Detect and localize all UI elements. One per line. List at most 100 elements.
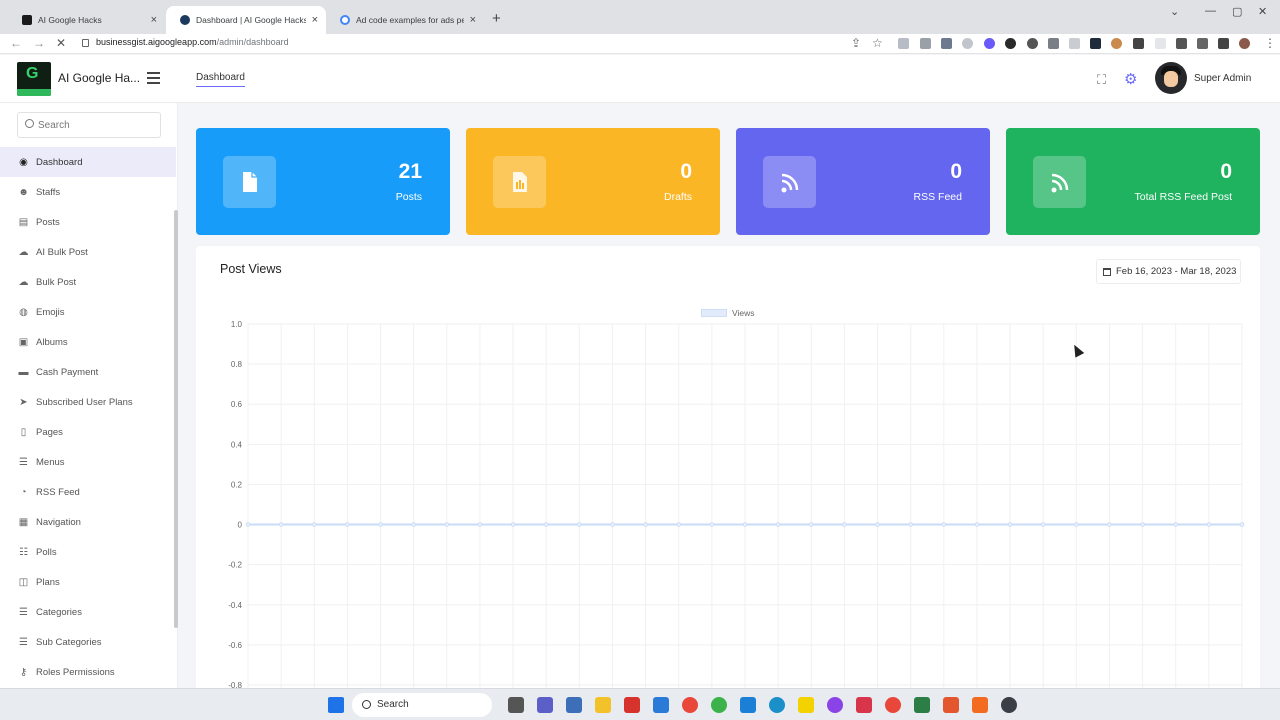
- chrome-profile-icon[interactable]: [885, 697, 901, 713]
- sidebar-item-roles-permissions[interactable]: ⚷ Roles Permissions: [0, 657, 176, 687]
- taskbar-search[interactable]: Search: [352, 693, 492, 717]
- views-data-point: [610, 522, 615, 527]
- sidebar-item-albums[interactable]: ▣ Albums: [0, 327, 176, 357]
- sidebar-item-label: Menus: [36, 456, 65, 468]
- app-icon[interactable]: [972, 697, 988, 713]
- back-icon[interactable]: ←: [10, 36, 22, 50]
- extension-icon[interactable]: [1069, 38, 1080, 49]
- sticky-notes-icon[interactable]: [798, 697, 814, 713]
- app-icon[interactable]: [624, 697, 640, 713]
- stop-loading-icon[interactable]: ✕: [56, 36, 66, 50]
- app-icon[interactable]: [943, 697, 959, 713]
- stat-card-total-rss-feed-post[interactable]: 0 Total RSS Feed Post: [1006, 128, 1260, 235]
- profile-avatar-icon[interactable]: [1239, 38, 1250, 49]
- new-tab-icon[interactable]: +: [492, 10, 501, 27]
- extension-icon[interactable]: [941, 38, 952, 49]
- tab-label: Dashboard | AI Google Hacks: [196, 15, 306, 25]
- sidebar-item-rss-feed[interactable]: ◔ RSS Feed: [0, 477, 176, 507]
- reading-list-icon[interactable]: [1197, 38, 1208, 49]
- sidebar-item-label: RSS Feed: [36, 486, 80, 498]
- stat-card-drafts[interactable]: 0 Drafts: [466, 128, 720, 235]
- file-explorer-icon[interactable]: [595, 697, 611, 713]
- breadcrumb-dashboard[interactable]: Dashboard: [196, 72, 245, 87]
- fullscreen-icon[interactable]: ⛶: [1097, 72, 1106, 88]
- edge-icon[interactable]: [769, 697, 785, 713]
- globe-icon: ◍: [19, 306, 28, 318]
- stat-card-rss-feed[interactable]: 0 RSS Feed: [736, 128, 990, 235]
- user-name[interactable]: Super Admin: [1194, 73, 1251, 84]
- windows-start-icon[interactable]: [328, 697, 344, 713]
- extension-icon[interactable]: [1155, 38, 1166, 49]
- sidebar-item-cash-payment[interactable]: ▬ Cash Payment: [0, 357, 176, 387]
- url-field[interactable]: businessgist.aigoogleapp.com/admin/dashb…: [96, 37, 289, 47]
- sidebar-item-subscribed-user-plans[interactable]: ➤ Subscribed User Plans: [0, 387, 176, 417]
- brand-name[interactable]: AI Google Ha...: [58, 71, 140, 85]
- browser-tab[interactable]: AI Google Hacks ×: [8, 6, 165, 34]
- messenger-icon[interactable]: [827, 697, 843, 713]
- notepad-icon[interactable]: [914, 697, 930, 713]
- stat-card-posts[interactable]: 21 Posts: [196, 128, 450, 235]
- sidebar-item-menus[interactable]: ☰ Menus: [0, 447, 176, 477]
- sidebar-item-dashboard[interactable]: ◉ Dashboard: [0, 147, 176, 177]
- extension-icon[interactable]: [1133, 38, 1144, 49]
- sidebar-item-plans[interactable]: ◫ Plans: [0, 567, 176, 597]
- sidebar-item-sub-categories[interactable]: ☰ Sub Categories: [0, 627, 176, 657]
- views-data-point: [1206, 522, 1212, 527]
- key-icon: ⚷: [19, 666, 28, 678]
- date-range-picker[interactable]: Feb 16, 2023 - Mar 18, 2023: [1096, 259, 1241, 284]
- chart-legend[interactable]: Views: [701, 308, 755, 318]
- browser-tab[interactable]: Ad code examples for ads perso ×: [326, 6, 484, 34]
- sidebar-item-emojis[interactable]: ◍ Emojis: [0, 297, 176, 327]
- app-logo[interactable]: G: [17, 62, 51, 96]
- extension-icon[interactable]: [1048, 38, 1059, 49]
- sidebar-item-categories[interactable]: ☰ Categories: [0, 597, 176, 627]
- whatsapp-icon[interactable]: [711, 697, 727, 713]
- minimize-icon[interactable]: —: [1205, 5, 1216, 17]
- extension-icon[interactable]: [1111, 38, 1122, 49]
- teams-icon[interactable]: [537, 697, 553, 713]
- sidebar-item-navigation[interactable]: ▦ Navigation: [0, 507, 176, 537]
- sidebar-scrollbar[interactable]: [174, 210, 178, 628]
- task-view-icon[interactable]: [508, 697, 524, 713]
- close-window-icon[interactable]: ✕: [1258, 5, 1267, 18]
- sidebar-item-ai-bulk-post[interactable]: ☁ AI Bulk Post: [0, 237, 176, 267]
- hamburger-menu-icon[interactable]: [147, 72, 160, 87]
- extension-icon[interactable]: [920, 38, 931, 49]
- sidebar-item-posts[interactable]: ▤ Posts: [0, 207, 176, 237]
- sidebar-item-polls[interactable]: ☷ Polls: [0, 537, 176, 567]
- recorder-icon[interactable]: [1001, 697, 1017, 713]
- extension-icon[interactable]: [898, 38, 909, 49]
- side-panel-icon[interactable]: [1218, 38, 1229, 49]
- chrome-icon[interactable]: [682, 697, 698, 713]
- settings-gear-icon[interactable]: ⚙: [1124, 70, 1137, 88]
- browser-tab-active[interactable]: Dashboard | AI Google Hacks ×: [166, 6, 326, 34]
- mail-icon[interactable]: [653, 697, 669, 713]
- app-icon[interactable]: [856, 697, 872, 713]
- close-tab-icon[interactable]: ×: [151, 14, 157, 26]
- maximize-icon[interactable]: ▢: [1232, 5, 1242, 18]
- sidebar-search[interactable]: [17, 112, 161, 138]
- sidebar-search-input[interactable]: [38, 118, 156, 132]
- minimize-window-icon[interactable]: ⌄: [1170, 5, 1179, 18]
- extension-icon[interactable]: [1005, 38, 1016, 49]
- extension-icon[interactable]: [1090, 38, 1101, 49]
- sidebar-item-pages[interactable]: ▯ Pages: [0, 417, 176, 447]
- store-icon[interactable]: [566, 697, 582, 713]
- extension-icon[interactable]: [984, 38, 995, 49]
- browser-menu-icon[interactable]: ⋮: [1264, 36, 1276, 50]
- views-data-point: [278, 522, 284, 527]
- share-icon[interactable]: ⇪: [851, 36, 861, 50]
- extension-icon[interactable]: [962, 38, 973, 49]
- extensions-puzzle-icon[interactable]: [1176, 38, 1187, 49]
- close-tab-icon[interactable]: ×: [312, 14, 318, 26]
- bookmark-star-icon[interactable]: ☆: [872, 36, 883, 50]
- sidebar-item-label: Navigation: [36, 516, 81, 528]
- forward-icon[interactable]: →: [33, 36, 45, 50]
- sidebar-item-staffs[interactable]: ☻ Staffs: [0, 177, 176, 207]
- close-tab-icon[interactable]: ×: [470, 14, 476, 26]
- skype-icon[interactable]: [740, 697, 756, 713]
- sidebar-item-bulk-post[interactable]: ☁ Bulk Post: [0, 267, 176, 297]
- extension-icon[interactable]: [1027, 38, 1038, 49]
- user-avatar[interactable]: [1155, 62, 1187, 94]
- views-data-point: [941, 522, 947, 527]
